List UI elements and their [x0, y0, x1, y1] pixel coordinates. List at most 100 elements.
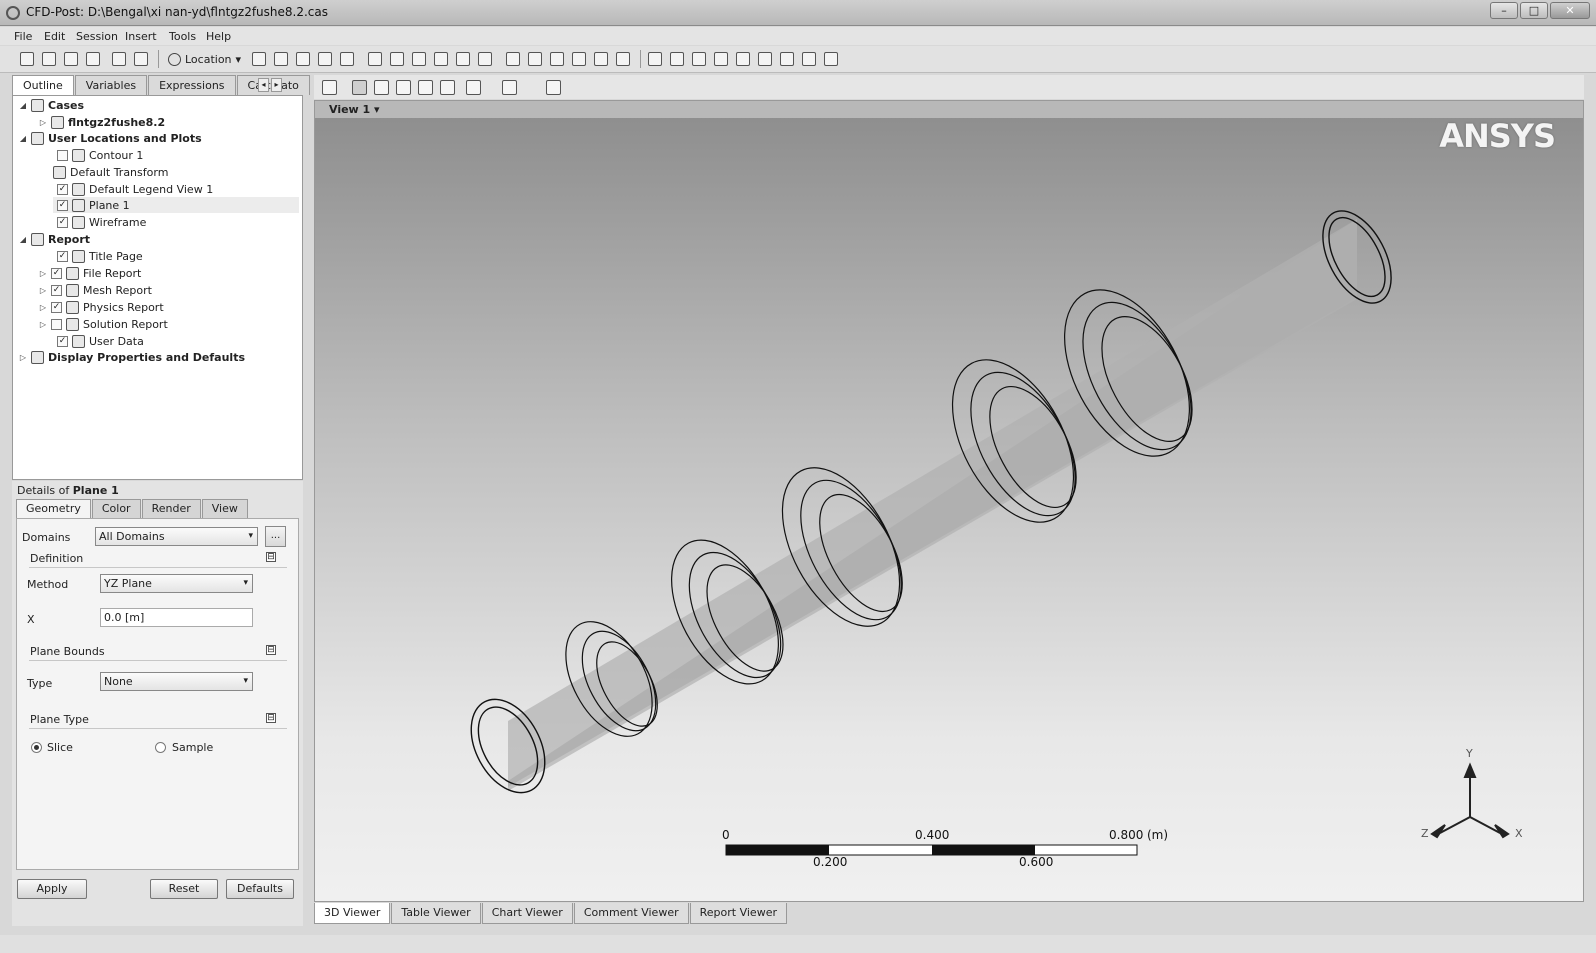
close-button[interactable]: ✕ — [1550, 2, 1590, 19]
fit-view-icon[interactable] — [440, 80, 455, 95]
animation-icon[interactable] — [670, 52, 684, 66]
vector-icon[interactable] — [252, 52, 266, 66]
expression-icon[interactable] — [528, 52, 542, 66]
streamline-icon[interactable] — [296, 52, 310, 66]
tree-item-case-file[interactable]: ▷ flntgz2fushe8.2 — [39, 114, 165, 130]
maximize-button[interactable]: □ — [1520, 2, 1548, 19]
select-icon[interactable] — [322, 80, 337, 95]
tree-item-legend[interactable]: ✓ Default Legend View 1 — [57, 181, 213, 197]
tree-item-title-page[interactable]: ✓ Title Page — [57, 248, 143, 264]
tree-item-solution-report[interactable]: ▷ Solution Report — [39, 316, 168, 332]
tree-item-cases[interactable]: ◢ Cases — [19, 97, 84, 113]
expand-arrow-icon[interactable]: ▷ — [39, 320, 47, 329]
collapse-plane-type-icon[interactable]: ⊟ — [266, 713, 276, 723]
command-editor-icon[interactable] — [824, 52, 838, 66]
tab-color[interactable]: Color — [91, 499, 141, 518]
legend-icon[interactable] — [616, 52, 630, 66]
expand-arrow-icon[interactable]: ▷ — [39, 303, 47, 312]
tab-scroll-left-icon[interactable]: ◂ — [258, 78, 269, 92]
text-icon[interactable] — [594, 52, 608, 66]
location-button[interactable]: Location ▾ — [168, 51, 241, 67]
pan-icon[interactable] — [374, 80, 389, 95]
visibility-checkbox[interactable] — [57, 149, 68, 161]
zoom-icon[interactable] — [396, 80, 411, 95]
visibility-checkbox[interactable]: ✓ — [51, 284, 62, 296]
tab-report-viewer[interactable]: Report Viewer — [689, 903, 787, 924]
tab-expressions[interactable]: Expressions — [148, 75, 236, 95]
visibility-checkbox[interactable]: ✓ — [57, 335, 68, 347]
toggle-projection-icon[interactable] — [466, 80, 481, 95]
table-icon[interactable] — [550, 52, 564, 66]
defaults-button[interactable]: Defaults — [226, 879, 294, 899]
tab-variables[interactable]: Variables — [74, 75, 148, 95]
sample-radio[interactable] — [155, 742, 166, 753]
zoom-box-icon[interactable] — [418, 80, 433, 95]
tree-item-display-properties[interactable]: ▷ Display Properties and Defaults — [19, 349, 245, 365]
load-state-icon[interactable] — [20, 52, 34, 66]
save-state-icon[interactable] — [42, 52, 56, 66]
reset-button[interactable]: Reset — [150, 879, 218, 899]
menu-session[interactable]: Session — [76, 30, 118, 43]
print-icon[interactable] — [86, 52, 100, 66]
expand-arrow-icon[interactable]: ▷ — [39, 286, 47, 295]
probe-icon[interactable] — [714, 52, 728, 66]
tree-item-physics-report[interactable]: ▷ ✓ Physics Report — [39, 299, 164, 315]
tree-item-wireframe[interactable]: ✓ Wireframe — [57, 214, 146, 230]
tree-item-default-transform[interactable]: Default Transform — [53, 164, 168, 180]
visibility-checkbox[interactable]: ✓ — [57, 216, 68, 228]
visibility-checkbox[interactable]: ✓ — [57, 250, 68, 262]
viewport-layout-icon[interactable] — [502, 80, 517, 95]
menu-edit[interactable]: Edit — [44, 30, 65, 43]
3d-viewport[interactable]: View 1 ▾ ANSYS 0 0.200 0.400 0.600 0.800… — [314, 100, 1584, 902]
macro-calculator-icon[interactable] — [758, 52, 772, 66]
tab-chart-viewer[interactable]: Chart Viewer — [481, 903, 573, 924]
help-cursor-icon[interactable] — [546, 80, 561, 95]
expand-arrow-icon[interactable]: ▷ — [39, 118, 47, 127]
sphere-icon[interactable] — [478, 52, 492, 66]
tree-item-user-locations[interactable]: ◢ User Locations and Plots — [19, 130, 202, 146]
minimize-button[interactable]: – — [1490, 2, 1518, 19]
visibility-checkbox[interactable]: ✓ — [51, 267, 62, 279]
expand-arrow-icon[interactable]: ▷ — [19, 353, 27, 362]
tab-scroll-right-icon[interactable]: ▸ — [271, 78, 282, 92]
contour-icon[interactable] — [274, 52, 288, 66]
collapse-arrow-icon[interactable]: ◢ — [19, 134, 27, 143]
visibility-checkbox[interactable]: ✓ — [51, 301, 62, 313]
isosurface-icon[interactable] — [368, 52, 382, 66]
menu-insert[interactable]: Insert — [125, 30, 157, 43]
tab-comment-viewer[interactable]: Comment Viewer — [573, 903, 689, 924]
tab-outline[interactable]: Outline — [12, 75, 74, 95]
visibility-checkbox[interactable]: ✓ — [57, 199, 68, 211]
collapse-definition-icon[interactable]: ⊟ — [266, 552, 276, 562]
slice-radio[interactable] — [31, 742, 42, 753]
tree-item-user-data[interactable]: ✓ User Data — [57, 333, 144, 349]
visibility-checkbox[interactable] — [51, 318, 62, 330]
menu-tools[interactable]: Tools — [169, 30, 196, 43]
tab-render[interactable]: Render — [141, 499, 201, 518]
collapse-arrow-icon[interactable]: ◢ — [19, 101, 27, 110]
domains-select[interactable]: All Domains ▾ — [95, 527, 258, 546]
clock-icon[interactable] — [648, 52, 662, 66]
bounds-type-select[interactable]: None ▾ — [100, 672, 253, 691]
rotate-icon[interactable] — [352, 80, 367, 95]
method-select[interactable]: YZ Plane ▾ — [100, 574, 253, 593]
load-results-icon[interactable] — [64, 52, 78, 66]
visibility-checkbox[interactable]: ✓ — [57, 183, 68, 195]
volume-icon[interactable] — [390, 52, 404, 66]
volume-rendering-icon[interactable] — [340, 52, 354, 66]
quick-editor-icon[interactable] — [692, 52, 706, 66]
tree-item-plane[interactable]: ✓ Plane 1 — [53, 197, 299, 213]
menu-help[interactable]: Help — [206, 30, 231, 43]
tree-item-contour[interactable]: Contour 1 — [57, 147, 143, 163]
case-comparison-icon[interactable] — [802, 52, 816, 66]
apply-button[interactable]: Apply — [17, 879, 87, 899]
tab-geometry[interactable]: Geometry — [16, 499, 91, 518]
undo-icon[interactable] — [112, 52, 126, 66]
chart-icon[interactable] — [572, 52, 586, 66]
redo-icon[interactable] — [134, 52, 148, 66]
surface-group-icon[interactable] — [412, 52, 426, 66]
polyline-icon[interactable] — [456, 52, 470, 66]
mesh-calculator-icon[interactable] — [780, 52, 794, 66]
tab-3d-viewer[interactable]: 3D Viewer — [314, 903, 391, 924]
tree-item-mesh-report[interactable]: ▷ ✓ Mesh Report — [39, 282, 152, 298]
